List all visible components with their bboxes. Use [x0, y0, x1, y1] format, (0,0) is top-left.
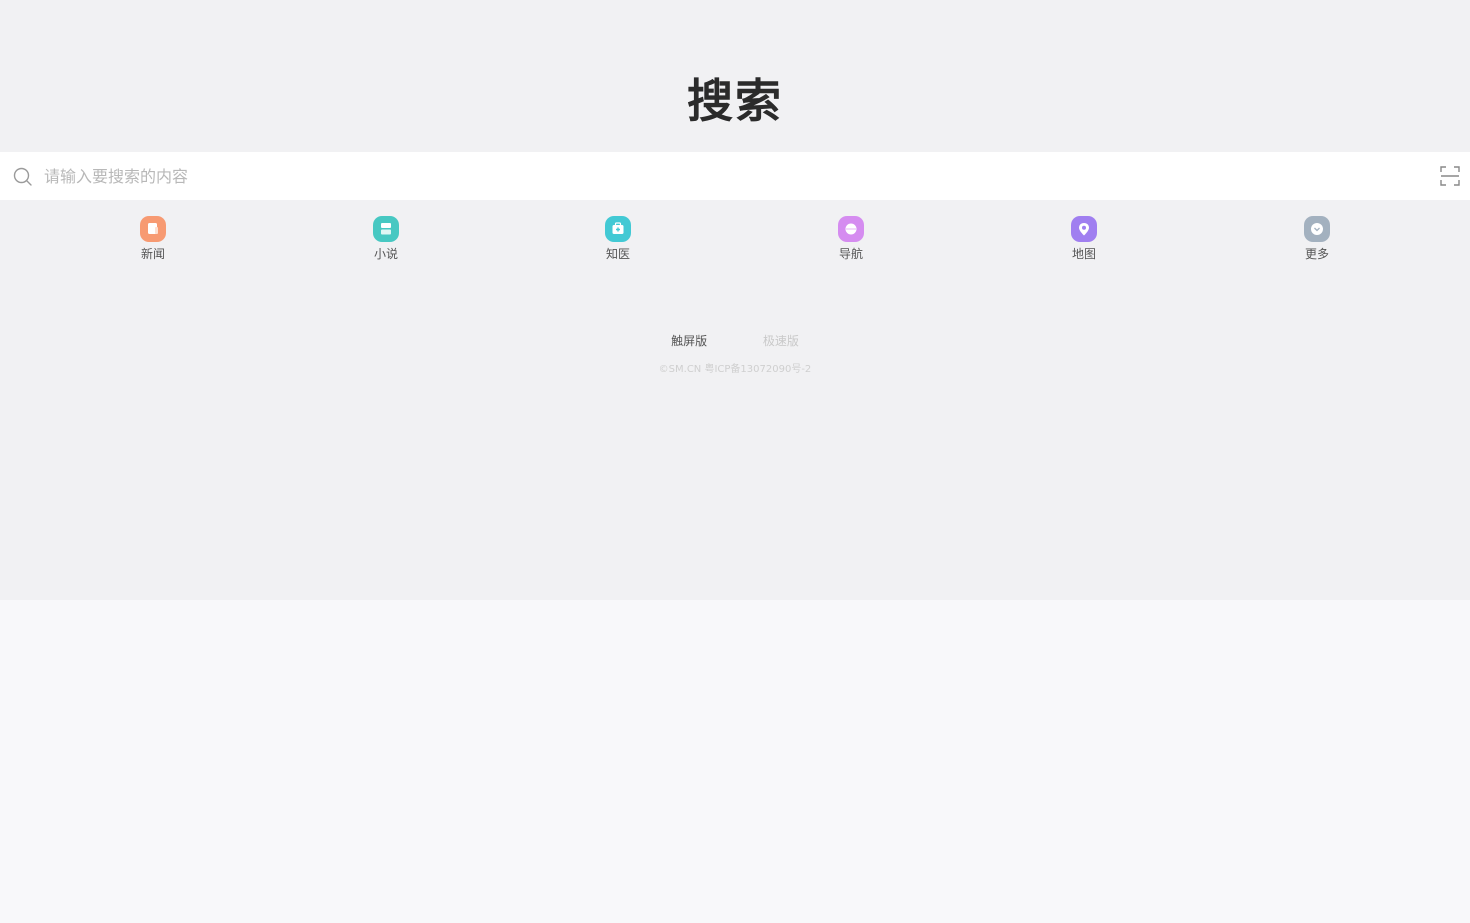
quick-link-label: 新闻 — [140, 247, 165, 261]
quick-link-map[interactable]: 地图 — [1044, 216, 1124, 266]
search-icon — [13, 167, 32, 186]
quick-link-medical[interactable]: 知医 — [578, 216, 658, 266]
copyright: ©SM.CN 粤ICP备13072090号-2 — [658, 364, 812, 375]
medical-icon — [605, 216, 631, 242]
quick-link-novel[interactable]: 小说 — [346, 216, 426, 266]
news-icon — [140, 216, 166, 242]
search-input[interactable] — [44, 152, 1424, 200]
logo: 搜索 — [687, 74, 783, 128]
map-icon — [1071, 216, 1097, 242]
quick-link-label: 地图 — [1071, 247, 1096, 261]
quick-link-label: 更多 — [1304, 247, 1329, 261]
more-icon — [1304, 216, 1330, 242]
quick-link-label: 小说 — [373, 247, 398, 261]
quick-link-more[interactable]: 更多 — [1277, 216, 1357, 266]
touch-version-link[interactable]: 触屏版 — [671, 333, 707, 349]
lite-version-link[interactable]: 极速版 — [763, 333, 799, 349]
quick-link-news[interactable]: 新闻 — [113, 216, 193, 266]
quick-link-navigation[interactable]: 导航 — [811, 216, 891, 266]
novel-icon — [373, 216, 399, 242]
scan-icon[interactable] — [1440, 166, 1460, 186]
search-bar[interactable] — [0, 152, 1470, 200]
quick-link-label: 知医 — [605, 247, 630, 261]
quick-link-label: 导航 — [838, 247, 863, 261]
navigation-icon — [838, 216, 864, 242]
footer-links: 触屏版 极速版 — [0, 333, 1470, 349]
main-panel: 搜索 新闻 小说 知医 导航 — [0, 0, 1470, 600]
